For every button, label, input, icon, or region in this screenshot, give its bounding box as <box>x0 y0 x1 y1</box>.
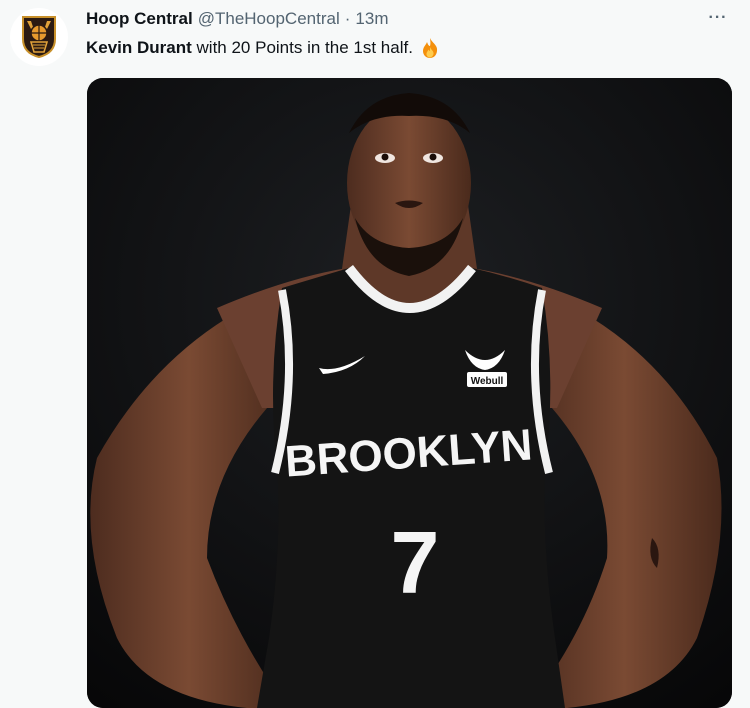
tweet-photo[interactable]: Webull BROOKLYN 7 <box>87 78 732 708</box>
tweet-text: Kevin Durant with 20 Points in the 1st h… <box>86 37 441 59</box>
tweet[interactable]: Hoop Central @TheHoopCentral · 13m ··· K… <box>0 0 750 708</box>
display-name[interactable]: Hoop Central <box>86 9 193 29</box>
user-handle[interactable]: @TheHoopCentral <box>198 9 340 29</box>
player-photo: Webull BROOKLYN 7 <box>87 78 732 708</box>
tweet-header: Hoop Central @TheHoopCentral · 13m <box>86 9 388 31</box>
fire-icon <box>419 37 441 59</box>
more-options-icon[interactable]: ··· <box>706 6 730 30</box>
tweet-text-rest: with 20 Points in the 1st half. <box>191 38 413 57</box>
timestamp[interactable]: 13m <box>355 9 388 29</box>
tweet-text-bold: Kevin Durant <box>86 38 192 57</box>
hoop-central-logo <box>22 16 56 59</box>
avatar[interactable] <box>10 8 68 66</box>
patch-text: Webull <box>471 376 504 387</box>
jersey-number: 7 <box>391 513 440 612</box>
separator: · <box>344 9 351 28</box>
